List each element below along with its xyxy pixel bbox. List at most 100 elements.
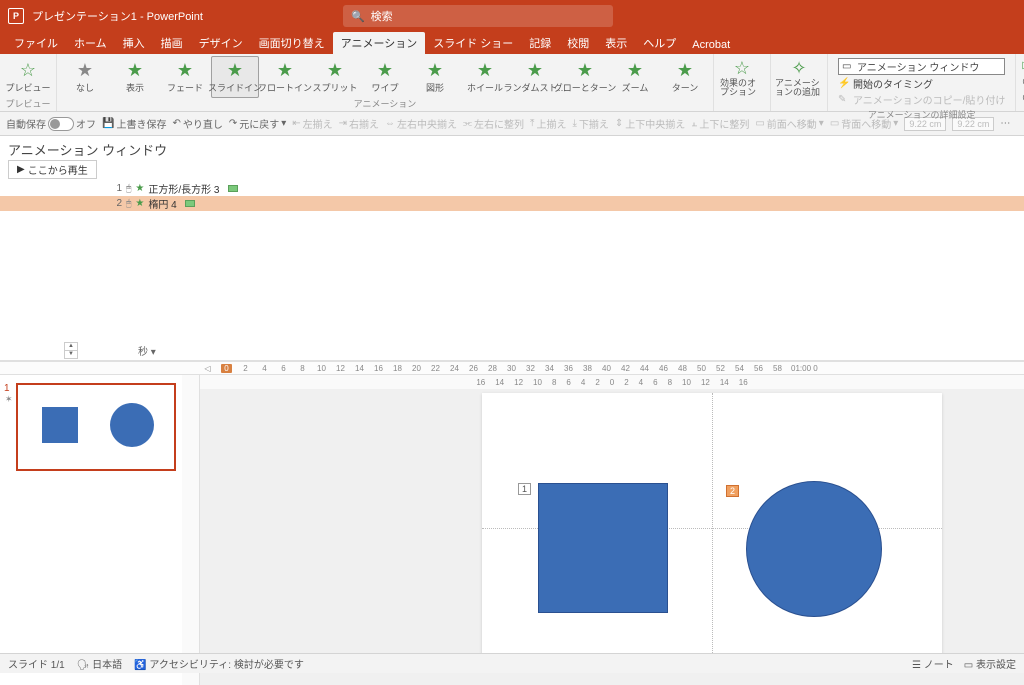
accessibility-check[interactable]: ♿ アクセシビリティ: 検討が必要です [134,656,304,671]
star-icon: ★ [177,60,193,81]
notes-button[interactable]: ☰ ノート [912,656,954,671]
tab-draw[interactable]: 描画 [153,32,191,54]
autosave-toggle[interactable]: 自動保存 オフ [6,116,96,131]
align-left: ⇤ 左揃え [292,116,332,131]
tab-acrobat[interactable]: Acrobat [684,36,738,54]
align-center-h: ⇔ 左右中央揃え [385,116,457,131]
star-icon: ★ [77,60,93,81]
ribbon: ☆ プレビュー プレビュー ★なし★表示★フェード★スライドイン★フロートイン★… [0,54,1024,112]
redo-icon: ↷ [229,118,237,129]
star-icon: ★ [135,198,144,209]
bring-forward: ▭ 前面へ移動 ▾ [755,116,823,131]
slide-counter[interactable]: スライド 1/1 [8,656,65,671]
tab-help[interactable]: ヘルプ [635,32,684,54]
star-icon: ★ [477,60,493,81]
animation-ランダムスト…[interactable]: ★ランダムスト… [511,56,559,98]
thumb-square [42,407,78,443]
animation-図形[interactable]: ★図形 [411,56,459,98]
tab-insert[interactable]: 挿入 [115,32,153,54]
tab-home[interactable]: ホーム [66,32,115,54]
align-center-v: ⇕ 上下中央揃え [615,116,685,131]
tab-design[interactable]: デザイン [191,32,251,54]
animation-tag-1[interactable]: 1 [518,483,531,495]
star-icon: ★ [227,60,243,81]
star-icon: ★ [127,60,143,81]
click-icon: 🖱 [126,198,131,209]
align-top: ⤒ 上揃え [530,116,566,131]
animation-フェード[interactable]: ★フェード [161,56,209,98]
add-animation-button[interactable]: ✧ アニメーションの追加 [775,56,823,98]
thumb-circle [110,403,154,447]
seconds-dropdown[interactable]: 秒 ▾ [138,343,156,358]
display-settings-button[interactable]: ▭ 表示設定 [964,656,1016,671]
animation-list: 1 🖱 ★ 正方形/長方形 3 2 🖱 ★ 楕円 4 [0,181,1024,211]
distribute-h: ⫘ 左右に整列 [463,116,524,131]
undo-button[interactable]: ↶やり直し [172,116,222,131]
duration-bar [185,200,195,207]
pane-icon: ▭ [842,61,854,72]
trigger-button[interactable]: ⚡開始のタイミング [838,76,1005,91]
shape-rectangle[interactable] [538,483,668,613]
animation-item[interactable]: 1 🖱 ★ 正方形/長方形 3 [0,181,1024,196]
guide-vertical [712,393,713,663]
tab-animations[interactable]: アニメーション [333,32,426,54]
timeline-ruler[interactable]: ◁024681012141618202224262830323436384042… [0,361,1024,375]
star-icon: ★ [377,60,393,81]
tab-review[interactable]: 校閲 [559,32,597,54]
animation-ホイール[interactable]: ★ホイール [461,56,509,98]
tab-slideshow[interactable]: スライド ショー [425,32,521,54]
star-icon: ★ [627,60,643,81]
click-icon: 🖱 [126,183,131,194]
ribbon-tabs: ファイル ホーム 挿入 描画 デザイン 画面切り替え アニメーション スライド … [0,32,1024,54]
animation-painter-button[interactable]: ✎アニメーションのコピー/貼り付け [838,92,1005,107]
slide-canvas[interactable]: 1 2 [482,393,942,663]
app-icon: P [8,8,24,24]
star-icon: ★ [135,183,144,194]
tab-view[interactable]: 表示 [597,32,635,54]
shape-ellipse[interactable] [746,481,882,617]
animation-表示[interactable]: ★表示 [111,56,159,98]
star-icon: ★ [677,60,693,81]
align-right: ⇥ 右揃え [339,116,379,131]
brush-icon: ✎ [838,94,850,105]
tab-record[interactable]: 記録 [521,32,559,54]
slide-edit-area[interactable]: 1614121086420246810121416 1 2 [182,375,1024,685]
search-box[interactable]: 🔍 検索 [343,5,613,27]
effect-options-button[interactable]: ☆ 効果のオプション [718,56,766,98]
tab-file[interactable]: ファイル [6,32,66,54]
save-button[interactable]: 💾上書き保存 [102,116,166,131]
redo-button[interactable]: ↷元に戻す ▾ [229,116,286,131]
animation-フロートイン[interactable]: ★フロートイン [261,56,309,98]
more-button[interactable]: ⋯ [1000,118,1010,129]
play-from-button[interactable]: ▶ここから再生 [8,160,97,179]
slide-thumbnail-panel: 1 ✶ [0,375,182,685]
animation-ターン[interactable]: ★ターン [661,56,709,98]
animation-pane-title: アニメーション ウィンドウ [0,136,1024,158]
animation-pane-button[interactable]: ▭アニメーション ウィンドウ [838,58,1005,75]
animation-item[interactable]: 2 🖱 ★ 楕円 4 [0,196,1024,211]
animation-スプリット[interactable]: ★スプリット [311,56,359,98]
preview-button[interactable]: ☆ プレビュー [4,56,52,98]
status-bar: スライド 1/1 🗣 日本語 ♿ アクセシビリティ: 検討が必要です ☰ ノート… [0,653,1024,673]
search-placeholder: 検索 [371,8,393,24]
undo-icon: ↶ [172,118,180,129]
animation-ズーム[interactable]: ★ズーム [611,56,659,98]
animation-なし[interactable]: ★なし [61,56,109,98]
slide-number: 1 [4,383,14,394]
slide-thumbnail[interactable] [16,383,176,471]
star-icon: ★ [277,60,293,81]
duration-bar [228,185,238,192]
animation-スライドイン[interactable]: ★スライドイン [211,56,259,98]
language-indicator[interactable]: 🗣 日本語 [77,656,122,671]
reorder-spinner[interactable]: ▲▼ [64,342,78,359]
tab-transitions[interactable]: 画面切り替え [251,32,333,54]
animation-グローとターン[interactable]: ★グローとターン [561,56,609,98]
animation-tag-2[interactable]: 2 [726,485,739,497]
star-icon: ☆ [20,60,36,81]
star-icon: ★ [577,60,593,81]
horizontal-ruler: 1614121086420246810121416 [200,375,1024,389]
distribute-v: ⫠ 上下に整列 [691,116,749,131]
bolt-icon: ⚡ [838,78,850,89]
play-icon: ▶ [17,164,25,175]
animation-ワイプ[interactable]: ★ワイプ [361,56,409,98]
